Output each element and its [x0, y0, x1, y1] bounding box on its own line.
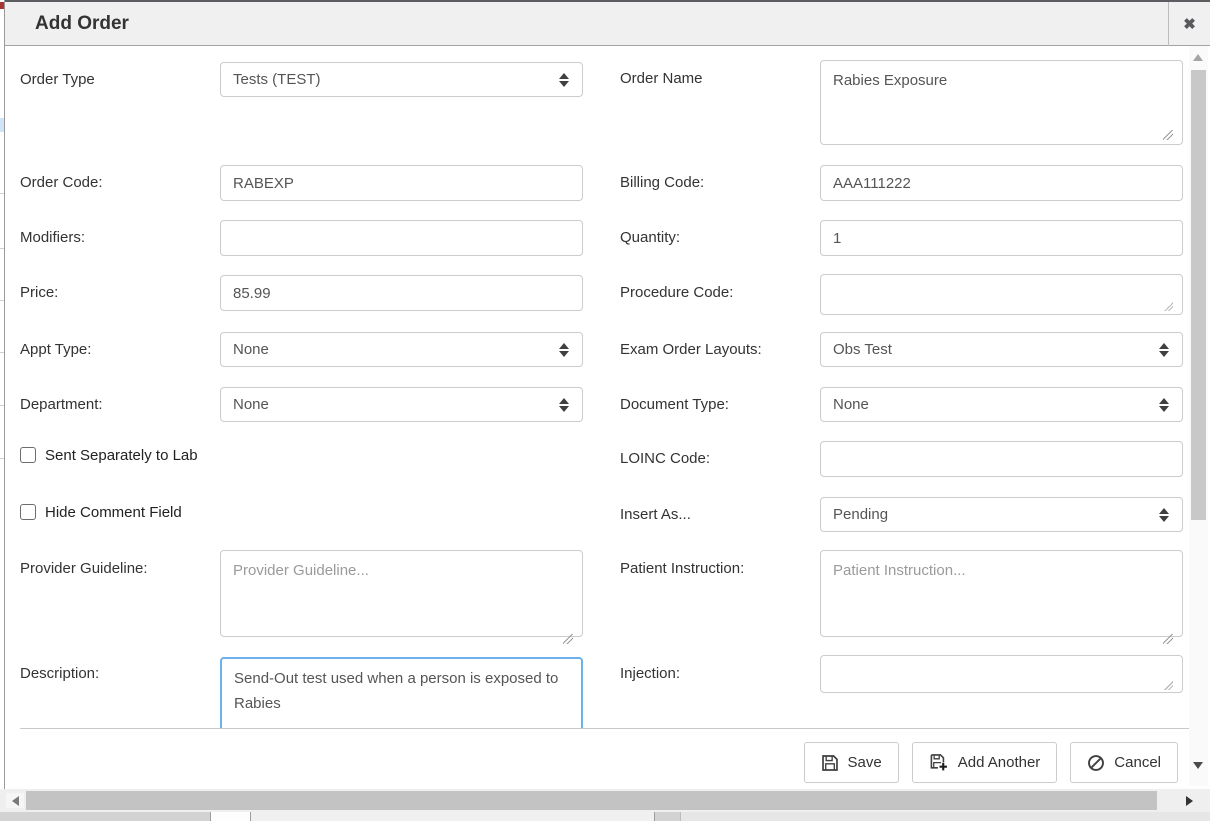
- injection-textarea[interactable]: [820, 655, 1183, 693]
- department-select[interactable]: None: [220, 387, 583, 422]
- loinc-code-label: LOINC Code:: [620, 450, 710, 467]
- scroll-down-arrow-icon[interactable]: [1193, 762, 1203, 769]
- injection-label: Injection:: [620, 665, 680, 682]
- add-another-button-label: Add Another: [958, 754, 1041, 771]
- billing-code-input[interactable]: [820, 165, 1183, 201]
- insert-as-select[interactable]: Pending: [820, 497, 1183, 532]
- cancel-button-label: Cancel: [1114, 754, 1161, 771]
- scroll-up-arrow-icon[interactable]: [1193, 54, 1203, 61]
- scroll-right-arrow-icon[interactable]: [1180, 793, 1198, 808]
- description-textarea[interactable]: Send-Out test used when a person is expo…: [220, 657, 583, 728]
- quantity-label: Quantity:: [620, 229, 680, 246]
- appt-type-select[interactable]: None: [220, 332, 583, 367]
- price-input[interactable]: [220, 275, 583, 311]
- billing-code-label: Billing Code:: [620, 174, 704, 191]
- document-type-select[interactable]: None: [820, 387, 1183, 422]
- insert-as-label: Insert As...: [620, 506, 691, 523]
- hide-comment-field-checkbox[interactable]: [20, 504, 36, 520]
- patient-instruction-textarea[interactable]: [820, 550, 1183, 637]
- behind-red-fragment: [0, 2, 4, 9]
- cancel-ban-icon: [1087, 754, 1105, 772]
- order-type-value: Tests (TEST): [233, 71, 321, 88]
- add-another-button[interactable]: Add Another: [912, 742, 1058, 783]
- document-type-value: None: [833, 396, 869, 413]
- close-icon: ✖: [1183, 15, 1196, 33]
- dialog-header: Add Order ✖: [5, 2, 1210, 46]
- select-arrows-icon: [559, 343, 569, 357]
- scroll-left-arrow-icon[interactable]: [6, 793, 24, 808]
- department-value: None: [233, 396, 269, 413]
- insert-as-value: Pending: [833, 506, 888, 523]
- modifiers-label: Modifiers:: [20, 229, 85, 246]
- patient-instruction-label: Patient Instruction:: [620, 560, 744, 577]
- exam-order-layouts-label: Exam Order Layouts:: [620, 341, 762, 358]
- document-type-label: Document Type:: [620, 396, 729, 413]
- vertical-scrollbar[interactable]: [1189, 46, 1208, 786]
- footer-divider: [20, 728, 1190, 729]
- order-code-input[interactable]: [220, 165, 583, 201]
- sent-separately-to-lab-label: Sent Separately to Lab: [45, 447, 198, 465]
- order-name-textarea[interactable]: Rabies Exposure: [820, 60, 1183, 145]
- vertical-scrollbar-thumb[interactable]: [1191, 70, 1206, 520]
- order-type-label: Order Type: [20, 71, 95, 88]
- appt-type-label: Appt Type:: [20, 341, 91, 358]
- footer-buttons: Save Add Another Cancel: [804, 742, 1178, 783]
- select-arrows-icon: [559, 73, 569, 87]
- select-arrows-icon: [559, 398, 569, 412]
- cancel-button[interactable]: Cancel: [1070, 742, 1178, 783]
- behind-selected-row-fragment: [0, 118, 4, 132]
- add-order-dialog: Add Order ✖ Order Type Tests (TEST) Orde…: [5, 0, 1210, 789]
- hide-comment-field-label: Hide Comment Field: [45, 504, 182, 522]
- modifiers-input[interactable]: [220, 220, 583, 256]
- department-label: Department:: [20, 396, 103, 413]
- description-field-clip: Send-Out test used when a person is expo…: [220, 657, 587, 728]
- order-name-label: Order Name: [620, 70, 703, 87]
- quantity-input[interactable]: [820, 220, 1183, 256]
- provider-guideline-label: Provider Guideline:: [20, 560, 148, 577]
- select-arrows-icon: [1159, 398, 1169, 412]
- sent-separately-to-lab-checkbox[interactable]: [20, 447, 36, 463]
- appt-type-value: None: [233, 341, 269, 358]
- exam-order-layouts-select[interactable]: Obs Test: [820, 332, 1183, 367]
- description-label: Description:: [20, 665, 99, 682]
- select-arrows-icon: [1159, 343, 1169, 357]
- procedure-code-label: Procedure Code:: [620, 284, 733, 301]
- select-arrows-icon: [1159, 508, 1169, 522]
- save-button[interactable]: Save: [804, 742, 899, 783]
- close-button[interactable]: ✖: [1168, 2, 1210, 46]
- provider-guideline-textarea[interactable]: [220, 550, 583, 637]
- horizontal-scrollbar-thumb[interactable]: [26, 791, 1157, 810]
- procedure-code-textarea[interactable]: [820, 274, 1183, 315]
- dialog-title: Add Order: [35, 13, 129, 35]
- order-code-label: Order Code:: [20, 174, 103, 191]
- add-another-floppy-plus-icon: [929, 753, 949, 772]
- page-behind-table-strip: [0, 812, 1210, 821]
- save-floppy-icon: [821, 754, 839, 772]
- horizontal-scrollbar[interactable]: [0, 789, 1210, 812]
- loinc-code-input[interactable]: [820, 441, 1183, 477]
- exam-order-layouts-value: Obs Test: [833, 341, 892, 358]
- save-button-label: Save: [848, 754, 882, 771]
- order-type-select[interactable]: Tests (TEST): [220, 62, 583, 97]
- price-label: Price:: [20, 284, 58, 301]
